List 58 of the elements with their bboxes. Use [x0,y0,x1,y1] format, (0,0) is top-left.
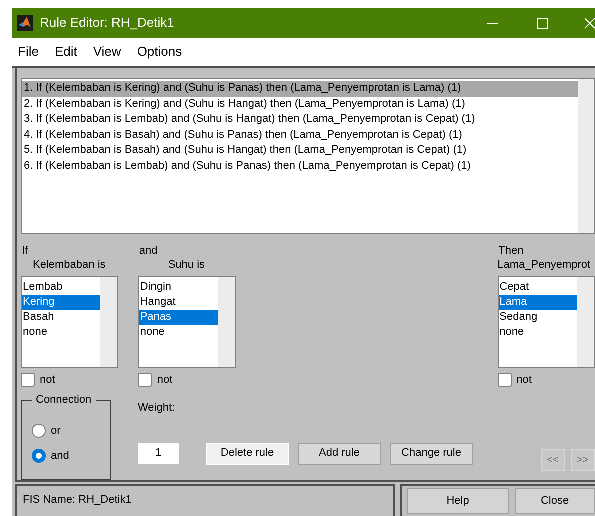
close-icon[interactable] [585,18,595,28]
option-item[interactable]: Basah [22,310,100,324]
not-label: not [516,372,532,388]
window-title: Rule Editor: RH_Detik1 [40,14,174,32]
menu-item[interactable]: File [18,42,39,62]
option-item[interactable]: Dingin [139,280,218,294]
action-button[interactable]: Add rule [298,442,381,464]
not-checkbox[interactable] [138,372,152,387]
not-checkbox[interactable] [21,372,35,387]
option-item[interactable]: Cepat [498,280,577,294]
not-label: not [157,372,173,388]
option-item[interactable]: none [22,324,100,340]
maximize-icon[interactable] [537,18,548,28]
radio-label: or [51,424,61,439]
column-label: and [138,244,159,258]
weight-label: Weight: [138,401,176,416]
option-list[interactable]: Lembab Kering Basah none [21,276,118,368]
option-item[interactable]: none [139,324,218,340]
option-item[interactable]: Kering [22,294,100,310]
action-button[interactable]: Delete rule [206,442,289,464]
variable-label: Suhu is [167,258,206,272]
radio-button[interactable] [32,424,46,438]
option-item[interactable]: Hangat [139,294,218,310]
not-label: not [40,372,56,388]
menu-item[interactable]: Options [137,42,182,62]
variable-label: Lama_Penyemprot [498,258,592,272]
option-list[interactable]: Dingin Hangat Panas none [138,276,236,368]
weight-field[interactable]: 1 [138,443,179,464]
rule-list[interactable] [21,78,595,234]
footer-button[interactable]: Close [515,488,595,514]
rule-item[interactable]: 2. If (Kelembaban is Kering) and (Suhu is Hangat) then (Lama_Penyemprotan is Lama) (1) [22,96,578,112]
footer-button[interactable]: Help [407,488,509,514]
variable-label: Kelembaban is [32,258,107,272]
column-label: Then [498,244,525,258]
radio-button[interactable] [32,448,46,463]
option-item[interactable]: Panas [139,310,218,324]
scrollbar[interactable] [218,276,235,366]
menu-item[interactable]: Edit [54,42,78,62]
scrollbar[interactable] [576,276,594,366]
scrollbar[interactable] [578,79,594,232]
option-list[interactable]: Cepat Lama Sedang none [498,276,595,368]
rule-item[interactable]: 4. If (Kelembaban is Basah) and (Suhu is Panas) then (Lama_Penyemprotan is Cepat) (1) [22,128,578,143]
status-bar: FIS Name: RH_Detik1 [15,484,395,516]
not-checkbox[interactable] [498,372,512,387]
rule-item[interactable]: 6. If (Kelembaban is Lembab) and (Suhu is Panas) then (Lama_Penyemprotan is Cepat) (1) [22,158,578,174]
option-item[interactable]: Sedang [498,310,577,324]
rule-item[interactable]: 1. If (Kelembaban is Kering) and (Suhu is Panas) then (Lama_Penyemprotan is Lama) (1) [22,81,578,96]
app-logo-icon [17,15,33,31]
radio-label: and [51,448,70,464]
rule-item[interactable]: 3. If (Kelembaban is Lembab) and (Suhu is Hangat) then (Lama_Penyemprotan is Cepat) (1) [22,112,578,128]
scrollbar[interactable] [100,276,118,366]
action-button[interactable]: Change rule [390,442,473,464]
option-item[interactable]: none [498,324,577,340]
option-item[interactable]: Lama [498,294,577,310]
column-label: If [21,244,30,258]
rule-item[interactable]: 5. If (Kelembaban is Basah) and (Suhu is Hangat) then (Lama_Penyemprotan is Cepat) (1) [22,143,578,158]
menu-item[interactable]: View [93,42,122,62]
option-item[interactable]: Lembab [22,280,100,294]
